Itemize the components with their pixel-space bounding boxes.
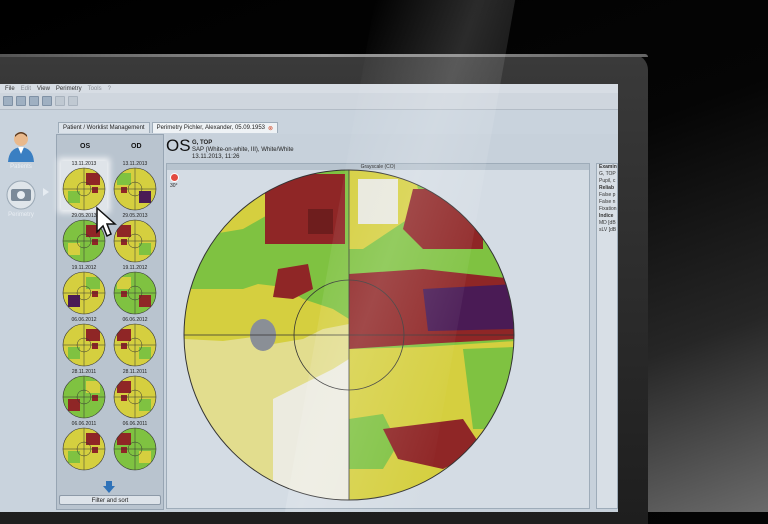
eye-label: OS [166, 136, 191, 155]
exam-view: OS G, TOP SAP (White-on-white, III), Whi… [166, 134, 618, 512]
os-exam-thumbnail[interactable]: 13.11.2013 [61, 161, 107, 211]
exam-history-panel: OS OD 13.11.2013 29.05.2013 19.11.2012 06.0… [56, 134, 164, 510]
od-exam-thumbnail[interactable]: 28.11.2011 [112, 369, 158, 419]
visual-field-thumbnail [113, 323, 157, 367]
os-exam-thumbnail[interactable]: 06.06.2012 [61, 317, 107, 367]
filter-and-sort-button[interactable]: Filter and sort [59, 495, 161, 505]
test-type-label: SAP (White-on-white, III), White/White [192, 147, 294, 153]
patient-icon [8, 132, 34, 162]
os-exam-thumbnail[interactable]: 28.11.2011 [61, 369, 107, 419]
od-exam-thumbnail[interactable]: 06.06.2011 [112, 421, 158, 471]
close-icon[interactable]: ⊗ [268, 125, 273, 132]
results-line: Indice [599, 213, 614, 219]
menu-tools[interactable]: Tools [88, 86, 102, 92]
toolbar-export-icon[interactable] [42, 96, 52, 106]
tab-label: Perimetry Pichler, Alexander, 05.09.1953 [156, 125, 265, 131]
visual-field-thumbnail [62, 375, 106, 419]
results-line: Fixation [599, 206, 617, 212]
os-exam-thumbnail[interactable]: 19.11.2012 [61, 265, 107, 315]
results-panel: Examin G, TOP Pupil, c Reliab False p Fa… [596, 163, 618, 509]
toolbar-zoom-icon[interactable] [55, 96, 65, 106]
toolbar-save-icon[interactable] [16, 96, 26, 106]
moderate-region-upper-right [403, 189, 483, 249]
sidebar-item-perimetry[interactable]: Perimetry [4, 180, 38, 218]
perimetry-device-icon [6, 180, 36, 210]
filter-label: Filter and sort [91, 498, 129, 504]
visual-field-thumbnail [113, 167, 157, 211]
visual-field-thumbnail [62, 167, 106, 211]
results-line: Reliab [599, 185, 615, 191]
toolbar-folder-icon[interactable] [3, 96, 13, 106]
tab-label: Patient / Worklist Management [63, 125, 145, 131]
os-column-header: OS [80, 143, 91, 150]
results-line: False n [599, 199, 616, 205]
record-icon[interactable] [170, 173, 179, 182]
results-line: Pupil, c [599, 178, 616, 184]
sidebar-item-label: Patients [10, 164, 32, 170]
exam-info: G, TOP SAP (White-on-white, III), White/… [192, 140, 294, 161]
visual-field-map [183, 169, 515, 501]
results-line: G, TOP [599, 171, 616, 177]
visual-field-thumbnail [113, 375, 157, 419]
visual-field-thumbnail [113, 219, 157, 263]
visual-field-thumbnail [62, 323, 106, 367]
visual-field-thumbnail [62, 427, 106, 471]
od-column-header: OD [131, 143, 142, 150]
sidebar: Patients Perimetry [0, 124, 49, 512]
menu-file[interactable]: File [5, 86, 15, 92]
mouse-cursor-icon [96, 206, 117, 238]
results-line: sLV [dB [599, 227, 617, 233]
visual-field-thumbnail [113, 271, 157, 315]
angle-label: 30° [170, 183, 178, 189]
tab-perimetry[interactable]: Perimetry Pichler, Alexander, 05.09.1953… [151, 122, 279, 133]
menu-perimetry[interactable]: Perimetry [56, 86, 82, 92]
arrow-down-icon[interactable] [103, 481, 115, 493]
os-exam-thumbnail[interactable]: 06.06.2011 [61, 421, 107, 471]
results-line: MD [dB [599, 220, 616, 226]
visual-field-thumbnail [62, 271, 106, 315]
severe-band-right [423, 284, 514, 331]
tab-patient-worklist[interactable]: Patient / Worklist Management [58, 122, 150, 133]
menu-view[interactable]: View [37, 86, 50, 92]
sidebar-item-patients[interactable]: Patients [4, 130, 38, 170]
od-exam-thumbnail[interactable]: 19.11.2012 [112, 265, 158, 315]
exam-datetime: 13.11.2013, 11:26 [192, 154, 240, 160]
severe-region-top [308, 209, 333, 234]
results-line: Examin [599, 164, 617, 170]
light-region-top-right [358, 179, 398, 224]
menu-help[interactable]: ? [108, 86, 111, 92]
toolbar-print-icon[interactable] [29, 96, 39, 106]
application-window: File Edit View Perimetry Tools ? Patient… [0, 84, 618, 512]
od-exam-thumbnail[interactable]: 13.11.2013 [112, 161, 158, 211]
grayscale-panel: Grayscale (CO) 30° [166, 163, 590, 509]
tab-bar: Patient / Worklist Management Perimetry … [58, 122, 279, 133]
menu-bar: File Edit View Perimetry Tools ? [0, 84, 618, 93]
results-line: False p [599, 192, 616, 198]
menu-edit[interactable]: Edit [21, 86, 31, 92]
visual-field-thumbnail [113, 427, 157, 471]
chevron-right-icon [43, 188, 49, 196]
toolbar [0, 93, 618, 110]
toolbar-settings-icon[interactable] [68, 96, 78, 106]
program-label: G, TOP [192, 140, 213, 146]
sidebar-item-label: Perimetry [8, 212, 34, 218]
od-exam-thumbnail[interactable]: 29.05.2013 [112, 213, 158, 263]
od-exam-thumbnail[interactable]: 06.06.2012 [112, 317, 158, 367]
